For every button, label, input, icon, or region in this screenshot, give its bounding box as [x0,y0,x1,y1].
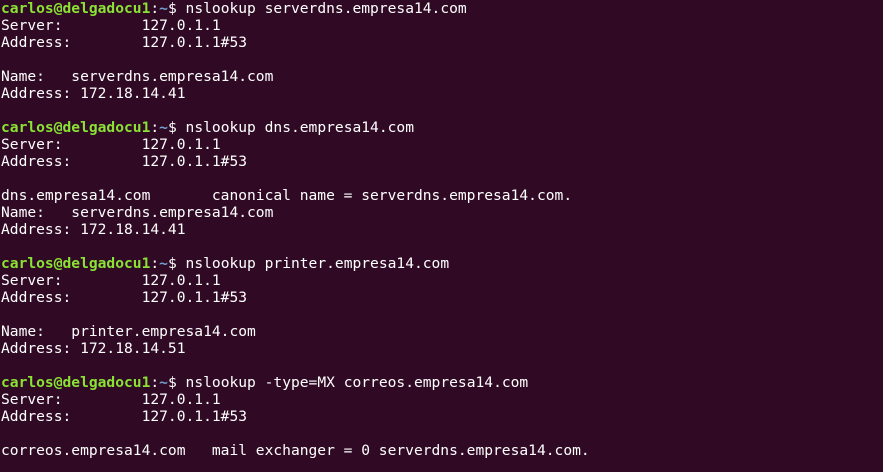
output-line: Address: 172.18.14.51 [1,340,186,357]
output-line: Server: 127.0.1.1 [1,272,221,289]
prompt-separator: : [150,374,160,391]
prompt-separator: : [150,0,160,17]
output-line: Name: printer.empresa14.com [1,323,256,340]
prompt-path: ~ [159,0,168,17]
terminal-output: carlos@delgadocu1:~$ nslookup serverdns.… [1,0,590,459]
prompt-symbol: $ [167,255,186,272]
prompt-symbol: $ [167,374,186,391]
output-line: Address: 127.0.1.1#53 [1,408,248,425]
prompt-symbol: $ [167,119,186,136]
prompt-user-host: carlos@delgadocu1 [1,255,151,272]
command-line: carlos@delgadocu1:~$ nslookup dns.empres… [1,119,590,136]
command-text: nslookup -type=MX correos.empresa14.com [185,374,529,391]
output-line: Name: serverdns.empresa14.com [1,204,274,221]
prompt-path: ~ [159,374,168,391]
prompt-path: ~ [159,119,168,136]
output-line: Address: 127.0.1.1#53 [1,34,248,51]
output-line: Address: 172.18.14.41 [1,221,186,238]
command-text: nslookup serverdns.empresa14.com [185,0,467,17]
output-line: Server: 127.0.1.1 [1,391,221,408]
prompt-separator: : [150,255,160,272]
command-line: carlos@delgadocu1:~$ nslookup serverdns.… [1,0,590,17]
prompt-user-host: carlos@delgadocu1 [1,374,151,391]
output-line: Server: 127.0.1.1 [1,17,221,34]
command-text: nslookup printer.empresa14.com [185,255,450,272]
prompt-user-host: carlos@delgadocu1 [1,119,151,136]
output-line: Name: serverdns.empresa14.com [1,68,274,85]
output-line: Server: 127.0.1.1 [1,136,221,153]
terminal-window[interactable]: carlos@delgadocu1:~$ nslookup serverdns.… [0,0,883,472]
command-text: nslookup dns.empresa14.com [185,119,414,136]
prompt-path: ~ [159,255,168,272]
command-line: carlos@delgadocu1:~$ nslookup -type=MX c… [1,374,590,391]
output-line: correos.empresa14.com mail exchanger = 0… [1,442,590,459]
output-line: Address: 127.0.1.1#53 [1,153,248,170]
prompt-user-host: carlos@delgadocu1 [1,0,151,17]
command-line: carlos@delgadocu1:~$ nslookup printer.em… [1,255,590,272]
output-line: Address: 172.18.14.41 [1,85,186,102]
prompt-separator: : [150,119,160,136]
output-line: Address: 127.0.1.1#53 [1,289,248,306]
prompt-symbol: $ [167,0,186,17]
output-line: dns.empresa14.com canonical name = serve… [1,187,573,204]
